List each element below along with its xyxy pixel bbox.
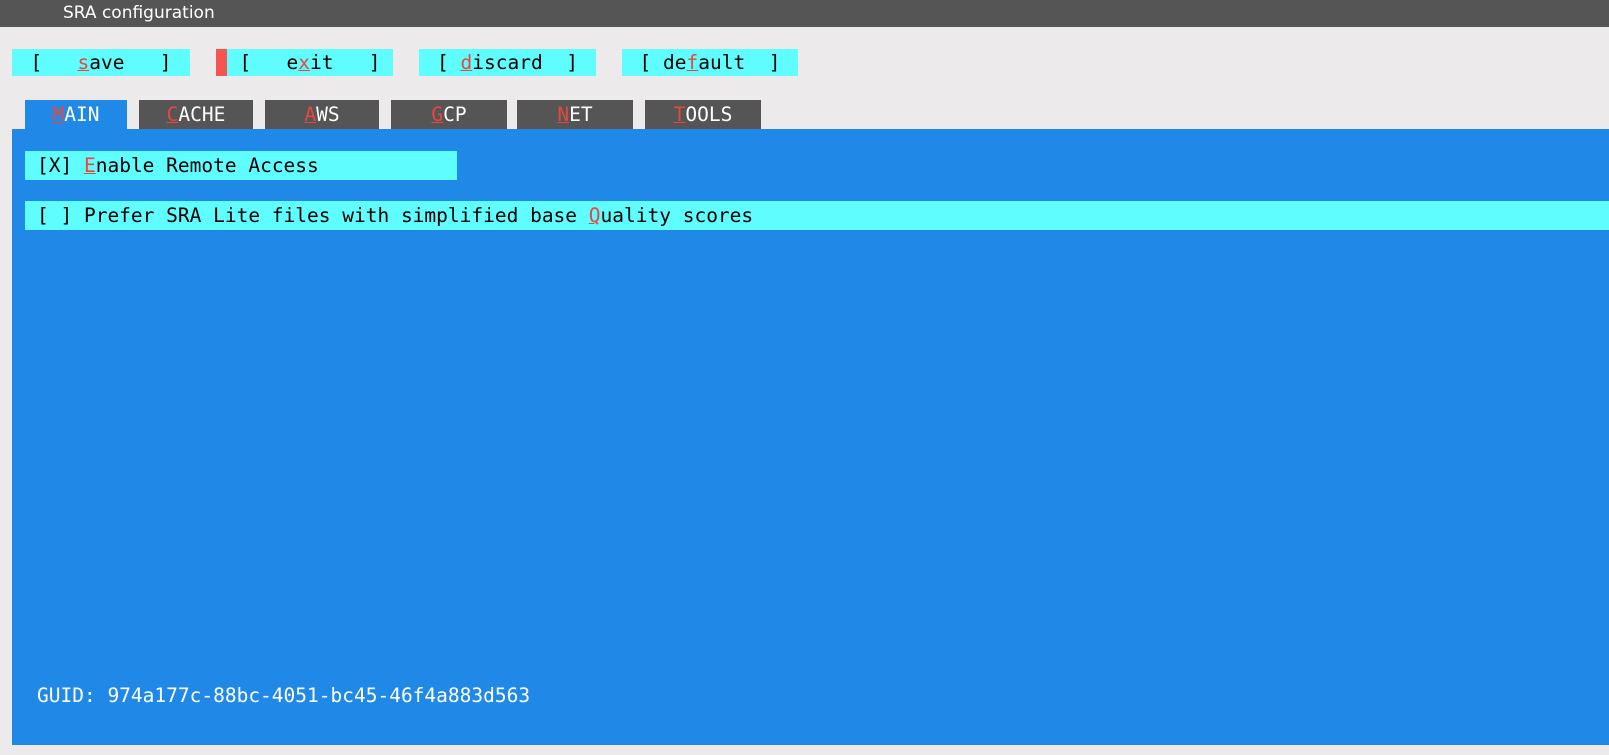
tab-tools[interactable]: TOOLS <box>645 100 761 129</box>
window-title: SRA configuration <box>63 3 215 23</box>
tab-gcp[interactable]: GCP <box>391 100 507 129</box>
tab-aws[interactable]: AWS <box>265 100 379 129</box>
guid-label: GUID: 974a177c-88bc-4051-bc45-46f4a883d5… <box>37 684 531 707</box>
tab-net[interactable]: NET <box>517 100 633 129</box>
save-button[interactable]: [ save ] <box>12 49 190 76</box>
hotkey-char: Q <box>588 204 601 227</box>
window-titlebar: SRA configuration <box>0 0 1609 27</box>
cursor-block <box>216 49 227 76</box>
hotkey-char: s <box>77 51 90 74</box>
hotkey-char: T <box>673 103 686 126</box>
hotkey-char: M <box>52 103 65 126</box>
hotkey-char: f <box>686 51 699 74</box>
checkbox-prefer-sra-lite[interactable]: [ ] Prefer SRA Lite files with simplifie… <box>25 201 1609 230</box>
hotkey-char: d <box>460 51 473 74</box>
exit-button[interactable]: [ exit ] <box>227 49 393 76</box>
hotkey-char: C <box>166 103 179 126</box>
hotkey-char: E <box>83 154 96 177</box>
hotkey-char: N <box>557 103 570 126</box>
hotkey-char: A <box>304 103 317 126</box>
discard-button[interactable]: [ discard ] <box>419 49 596 76</box>
hotkey-char: x <box>298 51 310 74</box>
checkbox-enable-remote-access[interactable]: [X] Enable Remote Access <box>25 151 457 180</box>
tab-cache[interactable]: CACHE <box>139 100 253 129</box>
main-panel: [X] Enable Remote Access [ ] Prefer SRA … <box>12 129 1609 745</box>
tab-bar: MAIN CACHE AWS GCP NET TOOLS <box>0 100 1609 129</box>
tab-main[interactable]: MAIN <box>25 100 127 129</box>
default-button[interactable]: [ default ] <box>622 49 798 76</box>
toolbar: [ save ] [ exit ] [ discard ] [ default … <box>0 27 1609 102</box>
hotkey-char: G <box>431 103 444 126</box>
